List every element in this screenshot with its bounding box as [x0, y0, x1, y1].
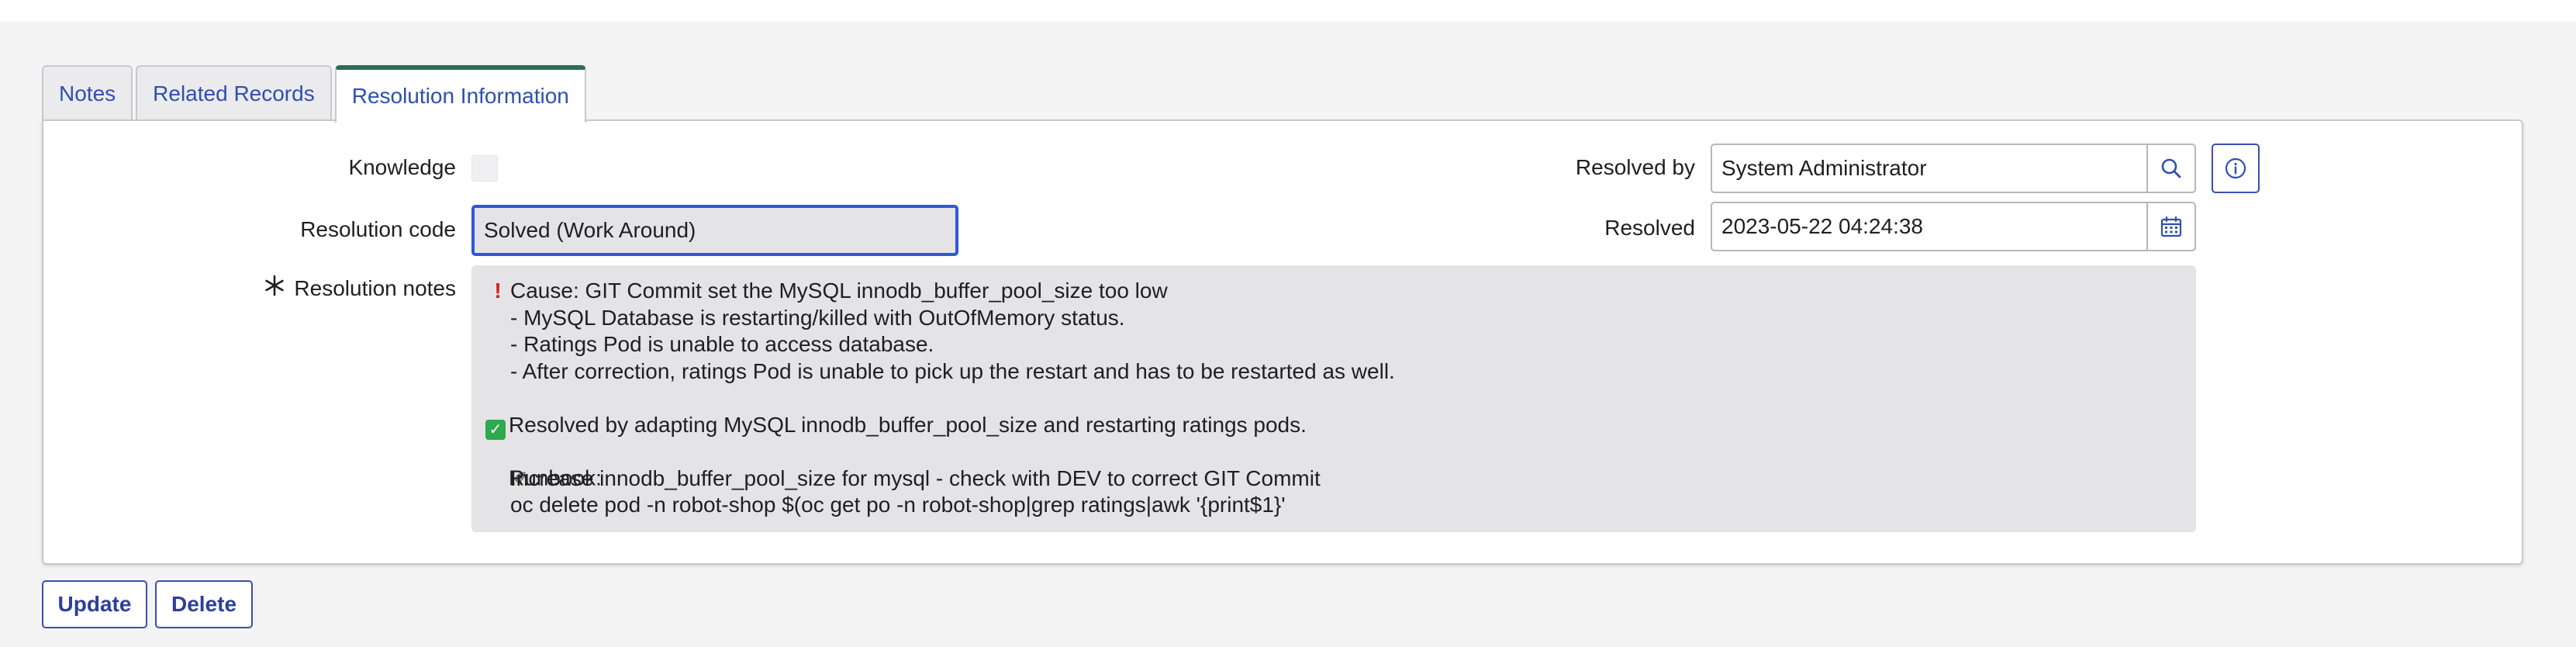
resolved-date-field[interactable]: 2023-05-22 04:24:38 [1711, 202, 2148, 251]
asterisk-icon [264, 273, 285, 303]
resolution-notes-textarea[interactable]: ! Cause: GIT Commit set the MySQL innodb_… [471, 265, 2196, 532]
notes-line: Increase innodb_buffer_pool_size for mys… [510, 465, 1321, 490]
resolved-by-info-button[interactable] [2212, 144, 2260, 193]
resolved-label: Resolved [1604, 216, 1695, 240]
check-mark-icon: ✓ [485, 419, 506, 440]
resolved-date-value: 2023-05-22 04:24:38 [1721, 214, 1923, 238]
resolution-code-value: Solved (Work Around) [484, 218, 696, 242]
knowledge-label: Knowledge [348, 155, 456, 179]
resolved-calendar-button[interactable] [2146, 202, 2196, 251]
exclamation-icon: ! [494, 279, 502, 303]
tab-related-records[interactable]: Related Records [136, 65, 332, 121]
notes-line: - Ratings Pod is unable to access databa… [510, 332, 934, 356]
tab-bar: Notes Related Records Resolution Informa… [42, 65, 589, 123]
tab-notes[interactable]: Notes [42, 65, 133, 121]
resolution-code-label: Resolution code [300, 217, 456, 241]
notes-line: - After correction, ratings Pod is unabl… [510, 358, 1395, 383]
resolution-code-select[interactable]: Solved (Work Around) [471, 205, 958, 256]
search-icon [2161, 158, 2181, 178]
notes-blank-line [485, 385, 2182, 412]
update-button[interactable]: Update [42, 580, 147, 628]
notes-line: Runbook: [485, 438, 2182, 490]
rocket-icon [485, 438, 526, 492]
resolution-notes-label: Resolution notes [294, 276, 456, 300]
delete-button[interactable]: Delete [155, 580, 253, 628]
resolved-by-field[interactable]: System Administrator [1711, 144, 2148, 193]
calendar-icon [2160, 216, 2182, 237]
resolved-by-value: System Administrator [1721, 156, 1927, 180]
notes-line: - MySQL Database is restarting/killed wi… [510, 305, 1125, 330]
notes-line: oc delete pod -n robot-shop $(oc get po … [510, 493, 1286, 517]
info-icon [2225, 157, 2246, 179]
knowledge-checkbox[interactable] [471, 155, 498, 182]
notes-line: ✓ Resolved by adapting MySQL innodb_buffe… [485, 412, 2182, 440]
resolved-by-label: Resolved by [1575, 155, 1695, 179]
resolved-by-lookup-button[interactable] [2146, 144, 2196, 193]
top-strip [0, 0, 2576, 22]
notes-line: ! Cause: GIT Commit set the MySQL innodb_… [485, 278, 2182, 305]
tab-resolution-information[interactable]: Resolution Information [334, 65, 586, 123]
